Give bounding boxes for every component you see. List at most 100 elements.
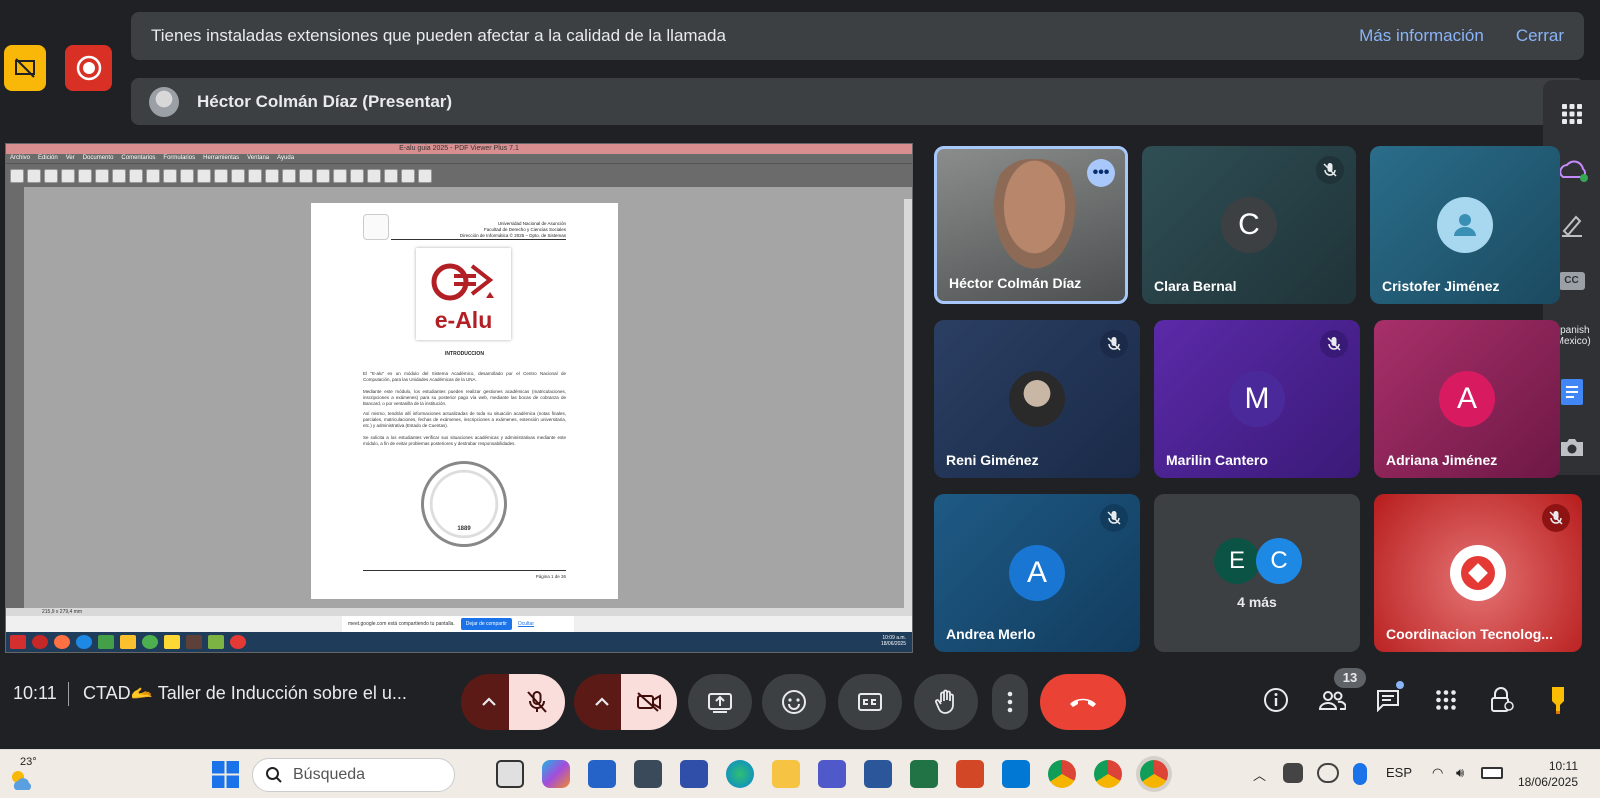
participant-tile-reni[interactable]: Reni Giménez (934, 320, 1140, 478)
participant-tile-adriana[interactable]: A Adriana Jiménez (1374, 320, 1560, 478)
task-view-icon[interactable] (496, 760, 524, 788)
participant-tile-clara[interactable]: C Clara Bernal (1142, 146, 1356, 304)
extension-warning-banner: Tienes instaladas extensiones que pueden… (131, 12, 1584, 60)
camera-toggle-button[interactable] (621, 674, 677, 730)
tray-app-icon[interactable] (1283, 763, 1303, 783)
no-screen-share-button[interactable] (4, 45, 46, 91)
ie-icon (76, 635, 92, 649)
pdf-paragraph: Así mismo, tendrán allí informaciones ac… (363, 411, 566, 428)
toolbar-icon (299, 168, 313, 183)
participant-name: Héctor Colmán Díaz (949, 275, 1082, 291)
excel-icon[interactable] (910, 760, 938, 788)
toolbar-icon (10, 168, 24, 183)
chrome-active-icon[interactable] (1140, 760, 1168, 788)
toolbar-icon (197, 168, 211, 183)
menu-item: Ventana (247, 155, 270, 161)
camera-off-icon (637, 692, 661, 712)
battery-icon[interactable] (1481, 767, 1503, 779)
menu-item: Formularios (163, 155, 196, 161)
app-icon (208, 635, 224, 649)
search-placeholder: Búsqueda (293, 766, 366, 783)
more-info-link[interactable]: Más información (1359, 26, 1484, 46)
leave-call-button[interactable] (1040, 674, 1126, 730)
teams-icon[interactable] (818, 760, 846, 788)
participant-tile-cristofer[interactable]: Cristofer Jiménez (1370, 146, 1560, 304)
copilot-icon[interactable] (542, 760, 570, 788)
participant-tile-hector[interactable]: ••• Héctor Colmán Díaz (934, 146, 1128, 304)
chevron-up-icon (595, 697, 609, 706)
activities-button[interactable] (1428, 682, 1464, 718)
toolbar-icon (78, 168, 92, 183)
edge-icon[interactable] (726, 760, 754, 788)
word-icon[interactable] (864, 760, 892, 788)
file-explorer-icon[interactable] (772, 760, 800, 788)
opera-icon (32, 635, 48, 649)
more-options-button[interactable]: ••• (1087, 159, 1115, 187)
participant-avatar: E (1214, 538, 1260, 584)
outlook-icon[interactable] (1002, 760, 1030, 788)
menu-item: Archivo (10, 155, 31, 161)
faculty-seal: 1889 (421, 461, 507, 547)
toolbar-icon (316, 168, 330, 183)
store-icon[interactable] (588, 760, 616, 788)
sharing-notice: meet.google.com está compartiendo tu pan… (342, 616, 574, 632)
muted-mic-icon (1100, 504, 1128, 532)
microphone-icon[interactable] (1353, 763, 1367, 785)
calculator-icon (98, 635, 114, 649)
close-banner-link[interactable]: Cerrar (1516, 26, 1564, 46)
pdf-header: Universidad Nacional de Asunción Faculta… (460, 221, 566, 239)
document-icon (1560, 378, 1583, 405)
host-controls-button[interactable] (1484, 682, 1520, 718)
participant-avatar-image (1009, 371, 1065, 427)
firefox-icon (54, 635, 70, 649)
app-icon[interactable] (634, 760, 662, 788)
start-button[interactable] (212, 761, 239, 788)
participant-tile-andrea[interactable]: A Andrea Merlo (934, 494, 1140, 652)
chrome-icon (230, 635, 246, 649)
reactions-button[interactable] (762, 674, 826, 730)
chat-button[interactable] (1370, 681, 1406, 718)
participant-avatar: C (1221, 197, 1277, 253)
volume-icon[interactable]: 🔊︎ (1456, 765, 1464, 781)
muted-mic-icon (1100, 330, 1128, 358)
participant-tile-coordinacion[interactable]: Coordinacion Tecnolog... (1374, 494, 1582, 652)
toolbar-icon (248, 168, 262, 183)
raise-hand-button[interactable] (914, 674, 978, 730)
app-icon[interactable] (680, 760, 708, 788)
powerpoint-icon[interactable] (956, 760, 984, 788)
taskbar-clock[interactable]: 10:11 18/06/2025 (1518, 758, 1578, 790)
closed-captions-icon (858, 693, 882, 711)
people-icon (1318, 691, 1346, 710)
lock-person-icon (1491, 687, 1514, 712)
participant-tile-marilin[interactable]: M Marilin Cantero (1154, 320, 1360, 478)
wifi-icon[interactable]: ◠ (1432, 765, 1443, 781)
participant-avatar: A (1009, 545, 1065, 601)
chrome-icon[interactable] (1048, 760, 1076, 788)
stop-sharing-button[interactable]: Dejar de compartir (460, 618, 512, 630)
chrome-icon[interactable] (1094, 760, 1122, 788)
recording-button[interactable] (65, 45, 112, 91)
grid-icon (1561, 103, 1582, 124)
captions-toggle-button[interactable] (838, 674, 902, 730)
extension-button[interactable] (1540, 682, 1576, 718)
microphone-toggle-button[interactable] (509, 674, 565, 730)
sharing-text: meet.google.com está compartiendo tu pan… (348, 621, 455, 627)
present-screen-button[interactable] (688, 674, 752, 730)
emoji-icon (782, 690, 806, 714)
chevron-up-icon[interactable]: ︿ (1253, 765, 1266, 784)
toolbar-icon (333, 168, 347, 183)
apps-button[interactable] (1543, 86, 1600, 142)
taskbar-search[interactable]: Búsqueda (252, 758, 455, 792)
temperature: 23° (20, 756, 37, 768)
chevron-up-icon (482, 697, 496, 706)
participant-avatar-image (1450, 545, 1506, 601)
people-button[interactable] (1314, 682, 1350, 718)
folder-icon (164, 635, 180, 649)
hide-sharing-link[interactable]: Ocultar (518, 621, 534, 627)
banner-message: Tienes instaladas extensiones que pueden… (151, 26, 726, 45)
more-options-button[interactable] (992, 674, 1028, 730)
participant-tile-more[interactable]: E C 4 más (1154, 494, 1360, 652)
onedrive-icon[interactable] (1317, 763, 1339, 783)
meeting-details-button[interactable] (1258, 682, 1294, 718)
language-indicator[interactable]: ESP (1386, 765, 1412, 780)
